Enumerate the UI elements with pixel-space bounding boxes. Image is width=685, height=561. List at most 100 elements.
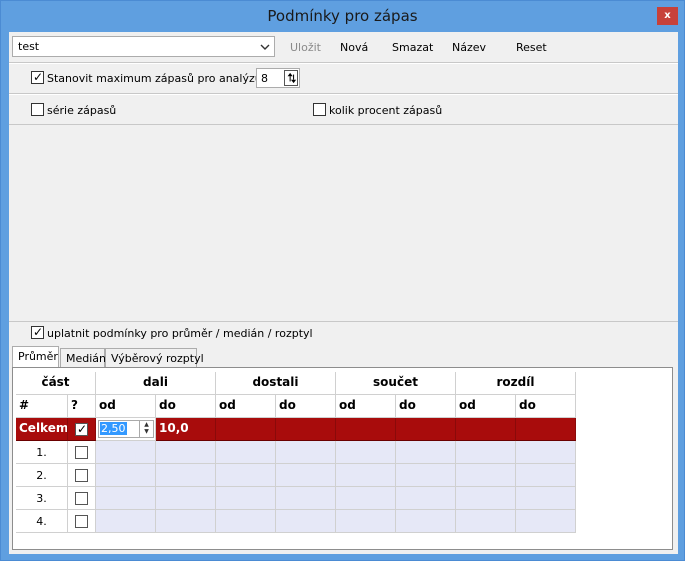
grid-cell[interactable]	[96, 441, 156, 464]
grid-cell[interactable]	[336, 487, 396, 510]
total-od-value[interactable]: 2,50	[100, 422, 127, 435]
column-subheader: do	[396, 395, 456, 418]
grid-cell[interactable]	[336, 418, 396, 441]
column-subheader: ?	[68, 395, 96, 418]
grid-cell[interactable]	[516, 441, 576, 464]
max-matches-value: 8	[261, 72, 268, 85]
column-subheader: do	[156, 395, 216, 418]
grid-cell[interactable]	[516, 464, 576, 487]
row-checkbox[interactable]	[75, 469, 88, 482]
grid-cell[interactable]	[396, 418, 456, 441]
grid-cell[interactable]	[156, 487, 216, 510]
grid-cell[interactable]	[276, 418, 336, 441]
grid-cell[interactable]	[216, 487, 276, 510]
row-number: 1.	[16, 441, 68, 464]
column-subheader: od	[456, 395, 516, 418]
toolbar: test Uložit Nová Smazat Název Reset	[9, 32, 678, 62]
grid-cell[interactable]	[276, 510, 336, 533]
delete-button[interactable]: Smazat	[392, 41, 433, 54]
grid-cell[interactable]	[456, 464, 516, 487]
row-check-cell[interactable]	[68, 441, 96, 464]
series-checkbox[interactable]	[31, 103, 44, 116]
divider	[9, 94, 678, 95]
condition-set-combo[interactable]: test	[12, 36, 275, 57]
apply-conditions-label: uplatnit podmínky pro průměr / medián / …	[47, 327, 313, 340]
stats-section: ✓ uplatnit podmínky pro průměr / medián …	[9, 321, 678, 554]
max-matches-stepper[interactable]: 8	[256, 68, 300, 88]
column-header: dali	[96, 372, 216, 395]
reset-button[interactable]: Reset	[516, 41, 547, 54]
divider	[9, 63, 678, 64]
grid-cell[interactable]	[516, 510, 576, 533]
rename-button[interactable]: Název	[452, 41, 486, 54]
row-number: 3.	[16, 487, 68, 510]
grid-cell[interactable]	[96, 487, 156, 510]
checkmark-icon: ✓	[33, 70, 44, 84]
grid-cell[interactable]	[396, 464, 456, 487]
column-subheader: do	[516, 395, 576, 418]
grid-cell[interactable]	[456, 487, 516, 510]
column-subheader: #	[16, 395, 68, 418]
column-subheader: do	[276, 395, 336, 418]
max-matches-checkbox[interactable]: ✓	[31, 70, 44, 84]
window-title: Podmínky pro zápas	[267, 7, 418, 25]
total-row-check-cell[interactable]: ✓	[68, 418, 96, 441]
percent-checkbox[interactable]	[313, 103, 326, 116]
dialog-window: Podmínky pro zápas x test Uložit Nová Sm…	[0, 0, 685, 561]
grid-cell[interactable]	[216, 510, 276, 533]
row-check-cell[interactable]	[68, 464, 96, 487]
row-checkbox[interactable]	[75, 446, 88, 459]
tab-variance[interactable]: Výběrový rozptyl	[105, 348, 204, 367]
grid-cell[interactable]	[276, 464, 336, 487]
total-od-stepper[interactable]: 2,50 ▲ ▼	[98, 420, 154, 438]
chevron-down-icon[interactable]	[258, 39, 272, 54]
grid-cell[interactable]	[96, 464, 156, 487]
percent-label: kolik procent zápasů	[329, 104, 443, 117]
series-label: série zápasů	[47, 104, 117, 117]
grid-cell[interactable]	[276, 487, 336, 510]
stepper-arrows-icon[interactable]: ▲ ▼	[139, 421, 153, 437]
tab-median[interactable]: Medián	[60, 348, 106, 367]
grid-cell[interactable]	[456, 418, 516, 441]
grid-cell[interactable]	[276, 441, 336, 464]
apply-conditions-checkbox[interactable]: ✓	[31, 325, 44, 339]
save-button[interactable]: Uložit	[290, 41, 321, 54]
grid-cell[interactable]	[156, 510, 216, 533]
grid-cell[interactable]	[516, 487, 576, 510]
grid-cell[interactable]	[96, 510, 156, 533]
grid-cell[interactable]	[216, 464, 276, 487]
column-header: dostali	[216, 372, 336, 395]
grid-cell[interactable]	[156, 441, 216, 464]
row-check-cell[interactable]	[68, 510, 96, 533]
grid-cell[interactable]	[396, 510, 456, 533]
title-bar[interactable]: Podmínky pro zápas x	[1, 1, 684, 32]
grid-cell[interactable]	[336, 441, 396, 464]
total-od-cell[interactable]: 2,50 ▲ ▼	[96, 418, 156, 441]
grid-cell[interactable]	[516, 418, 576, 441]
combo-value: test	[18, 40, 40, 53]
grid-cell[interactable]	[396, 441, 456, 464]
stepper-arrows-icon[interactable]	[284, 70, 298, 86]
total-row-checkbox[interactable]: ✓	[75, 422, 88, 436]
checkmark-icon: ✓	[33, 325, 44, 339]
grid-cell[interactable]	[336, 510, 396, 533]
grid-cell[interactable]	[456, 510, 516, 533]
column-header: část	[16, 372, 96, 395]
row-checkbox[interactable]	[75, 515, 88, 528]
close-button[interactable]: x	[657, 7, 678, 25]
grid-cell[interactable]	[456, 441, 516, 464]
column-subheader: od	[216, 395, 276, 418]
conditions-panel	[9, 124, 678, 313]
total-row-label: Celkem	[16, 418, 68, 441]
new-button[interactable]: Nová	[340, 41, 368, 54]
grid-cell[interactable]	[396, 487, 456, 510]
grid-cell[interactable]	[336, 464, 396, 487]
row-checkbox[interactable]	[75, 492, 88, 505]
total-do-cell[interactable]: 10,0	[156, 418, 216, 441]
grid-cell[interactable]	[156, 464, 216, 487]
row-check-cell[interactable]	[68, 487, 96, 510]
grid-cell[interactable]	[216, 418, 276, 441]
dialog-client: test Uložit Nová Smazat Název Reset ✓ St…	[9, 32, 678, 554]
grid-cell[interactable]	[216, 441, 276, 464]
tab-average[interactable]: Průměr	[12, 346, 59, 368]
